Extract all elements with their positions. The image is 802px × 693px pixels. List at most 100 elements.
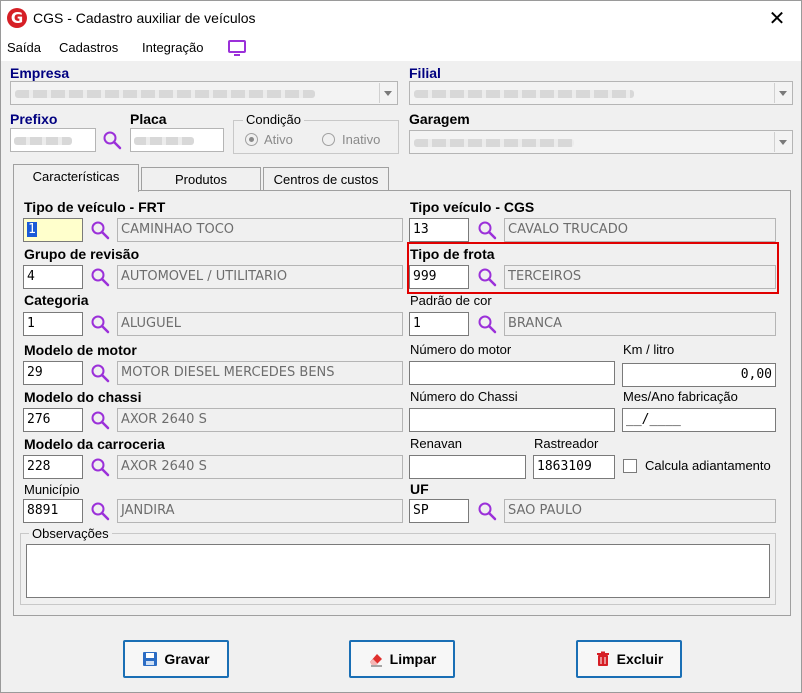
empresa-label: Empresa [10, 65, 70, 81]
app-window: G CGS - Cadastro auxiliar de veículos ✕ … [0, 0, 802, 693]
km-litro-input[interactable]: 0,00 [622, 363, 776, 387]
search-municipio-icon[interactable] [90, 501, 110, 521]
municipio-desc: JANDIRA [117, 499, 403, 523]
chevron-down-icon[interactable] [379, 83, 396, 103]
menu-item-cadastros[interactable]: Cadastros [59, 40, 118, 55]
tab-caracteristicas[interactable]: Características [13, 164, 139, 192]
condicao-ativo-label: Ativo [264, 132, 293, 147]
numero-chassi-label: Número do Chassi [410, 389, 518, 404]
modelo-carroceria-desc: AXOR 2640 S [117, 455, 403, 479]
excluir-button-label: Excluir [616, 651, 664, 667]
window-title: CGS - Cadastro auxiliar de veículos [33, 10, 256, 26]
grupo-revisao-desc: AUTOMOVEL / UTILITARIO [117, 265, 403, 289]
rastreador-input[interactable]: 1863109 [533, 455, 615, 479]
condicao-inativo-label: Inativo [342, 132, 381, 147]
menu-item-integracao[interactable]: Integração [142, 40, 203, 55]
uf-code-input[interactable]: SP [409, 499, 469, 523]
modelo-carroceria-code-input[interactable]: 228 [23, 455, 83, 479]
search-modelo-carroceria-icon[interactable] [90, 457, 110, 477]
title-bar: G CGS - Cadastro auxiliar de veículos ✕ [1, 1, 801, 35]
calcula-adiantamento-label: Calcula adiantamento [645, 458, 771, 473]
menu-bar: Saída Cadastros Integração [1, 35, 801, 61]
modelo-motor-desc: MOTOR DIESEL MERCEDES BENS [117, 361, 403, 385]
excluir-button[interactable]: Excluir [576, 640, 682, 678]
search-modelo-chassi-icon[interactable] [90, 410, 110, 430]
chevron-down-icon[interactable] [774, 132, 791, 152]
mes-ano-fabricacao-label: Mes/Ano fabricação [623, 389, 738, 404]
categoria-label: Categoria [24, 292, 89, 308]
filial-select[interactable] [409, 81, 793, 105]
filial-redacted-value [414, 90, 634, 98]
prefixo-label: Prefixo [10, 111, 58, 127]
menu-item-saida[interactable]: Saída [7, 40, 41, 55]
renavan-label: Renavan [410, 436, 463, 451]
garagem-redacted-value [414, 139, 574, 147]
rastreador-label: Rastreador [534, 436, 599, 451]
modelo-motor-code-input[interactable]: 29 [23, 361, 83, 385]
uf-desc: SAO PAULO [504, 499, 776, 523]
trash-icon [596, 651, 609, 666]
tipo-veiculo-cgs-code-input[interactable]: 13 [409, 218, 469, 242]
tipo-veiculo-frt-code-input[interactable]: 1 [23, 218, 83, 242]
search-padrao-cor-icon[interactable] [477, 314, 497, 334]
condicao-ativo-radio[interactable] [245, 133, 258, 146]
numero-motor-input[interactable] [409, 361, 615, 385]
prefixo-input[interactable] [10, 128, 96, 152]
limpar-button-label: Limpar [389, 651, 437, 667]
search-tipo-veiculo-cgs-icon[interactable] [477, 220, 497, 240]
gravar-button-label: Gravar [164, 651, 210, 667]
close-icon[interactable]: ✕ [763, 5, 791, 31]
save-icon [143, 652, 158, 666]
tipo-veiculo-cgs-label: Tipo veículo - CGS [410, 199, 535, 215]
grupo-revisao-code-input[interactable]: 4 [23, 265, 83, 289]
placa-redacted-value [134, 137, 194, 145]
cgs-logo-icon: G [7, 8, 27, 28]
padrao-cor-code-input[interactable]: 1 [409, 312, 469, 336]
categoria-desc: ALUGUEL [117, 312, 403, 336]
empresa-select[interactable] [10, 81, 398, 105]
prefixo-redacted-value [14, 137, 72, 145]
tipo-veiculo-cgs-desc: CAVALO TRUCADO [504, 218, 776, 242]
modelo-chassi-code-input[interactable]: 276 [23, 408, 83, 432]
placa-input[interactable] [130, 128, 224, 152]
padrao-cor-desc: BRANCA [504, 312, 776, 336]
municipio-label: Município [24, 482, 80, 497]
uf-label: UF [410, 481, 429, 497]
search-prefixo-icon[interactable] [102, 130, 122, 150]
grupo-revisao-label: Grupo de revisão [24, 246, 140, 262]
categoria-code-input[interactable]: 1 [23, 312, 83, 336]
numero-motor-label: Número do motor [410, 342, 512, 357]
condicao-label: Condição [243, 112, 304, 127]
numero-chassi-input[interactable] [409, 408, 615, 432]
observacoes-textarea[interactable] [26, 544, 770, 598]
mes-ano-fabricacao-input[interactable]: __/____ [622, 408, 776, 432]
condicao-inativo-radio[interactable] [322, 133, 335, 146]
eraser-icon [369, 654, 382, 667]
garagem-select[interactable] [409, 130, 793, 154]
tipo-veiculo-frt-desc: CAMINHAO TOCO [117, 218, 403, 242]
placa-label: Placa [130, 111, 167, 127]
padrao-cor-label: Padrão de cor [410, 293, 492, 308]
tipo-veiculo-frt-code-value: 1 [27, 222, 37, 237]
renavan-input[interactable] [409, 455, 526, 479]
km-litro-label: Km / litro [623, 342, 675, 357]
search-tipo-veiculo-frt-icon[interactable] [90, 220, 110, 240]
modelo-carroceria-label: Modelo da carroceria [24, 436, 165, 452]
chevron-down-icon[interactable] [774, 83, 791, 103]
modelo-chassi-label: Modelo do chassi [24, 389, 142, 405]
filial-label: Filial [409, 65, 441, 81]
modelo-chassi-desc: AXOR 2640 S [117, 408, 403, 432]
monitor-icon[interactable] [228, 40, 246, 56]
search-modelo-motor-icon[interactable] [90, 363, 110, 383]
garagem-label: Garagem [409, 111, 470, 127]
search-uf-icon[interactable] [477, 501, 497, 521]
search-grupo-revisao-icon[interactable] [90, 267, 110, 287]
empresa-redacted-value [15, 90, 315, 98]
gravar-button[interactable]: Gravar [123, 640, 229, 678]
calcula-adiantamento-checkbox[interactable] [623, 459, 637, 473]
limpar-button[interactable]: Limpar [349, 640, 455, 678]
tipo-frota-highlight-box [407, 242, 779, 294]
search-categoria-icon[interactable] [90, 314, 110, 334]
modelo-motor-label: Modelo de motor [24, 342, 137, 358]
municipio-code-input[interactable]: 8891 [23, 499, 83, 523]
